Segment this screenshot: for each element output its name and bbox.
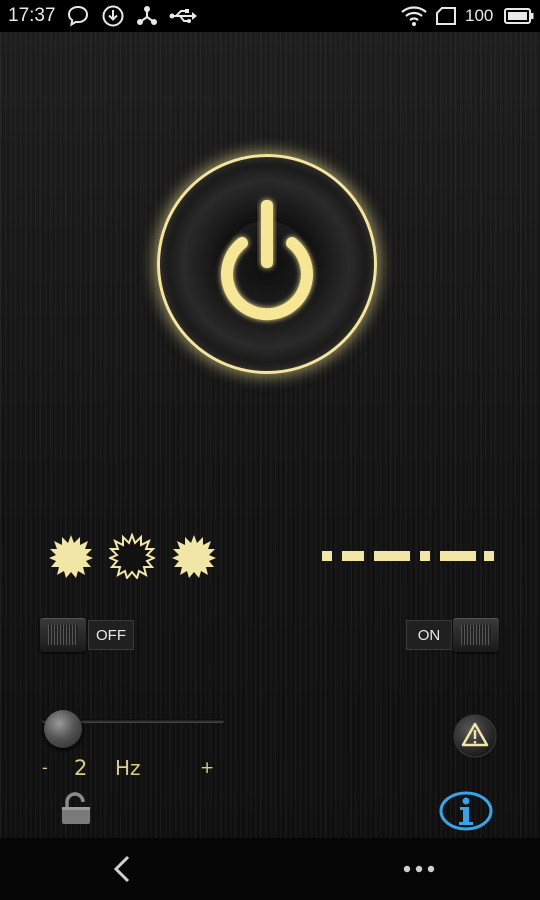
- warning-icon[interactable]: [452, 713, 498, 759]
- toggle-off-label: OFF: [88, 620, 134, 650]
- share-icon: [137, 6, 157, 25]
- sun-icon[interactable]: [48, 533, 94, 579]
- strobe-toggle[interactable]: OFF: [40, 618, 134, 652]
- frequency-decrease[interactable]: -: [42, 758, 48, 777]
- frequency-slider-thumb[interactable]: [44, 710, 82, 748]
- battery-level: 100: [465, 6, 494, 25]
- frequency-unit: Hz: [115, 756, 141, 780]
- frequency-increase[interactable]: +: [200, 758, 214, 778]
- toggle-knob[interactable]: [453, 618, 499, 652]
- power-button[interactable]: [157, 154, 377, 374]
- wifi-icon: [401, 6, 427, 26]
- morse-toggle[interactable]: ON: [406, 618, 500, 652]
- more-dots-icon[interactable]: [400, 858, 438, 880]
- download-icon: [102, 5, 124, 27]
- battery-icon: [504, 8, 534, 24]
- sun-outline-icon[interactable]: [109, 533, 155, 579]
- status-bar: 17:37 100: [0, 0, 540, 32]
- chat-icon: [67, 5, 89, 27]
- lock-icon[interactable]: [59, 792, 93, 826]
- sim-card-icon: [436, 7, 456, 25]
- status-time: 17:37: [8, 5, 56, 26]
- morse-code-icon[interactable]: [322, 551, 494, 561]
- info-icon[interactable]: [438, 790, 494, 832]
- back-chevron-icon[interactable]: [106, 852, 140, 886]
- usb-icon: [169, 9, 197, 23]
- sun-icon[interactable]: [171, 533, 217, 579]
- toggle-knob[interactable]: [40, 618, 86, 652]
- toggle-on-label: ON: [406, 620, 452, 650]
- navigation-bar: [0, 838, 540, 900]
- frequency-value: 2: [74, 756, 88, 780]
- power-icon: [221, 200, 313, 321]
